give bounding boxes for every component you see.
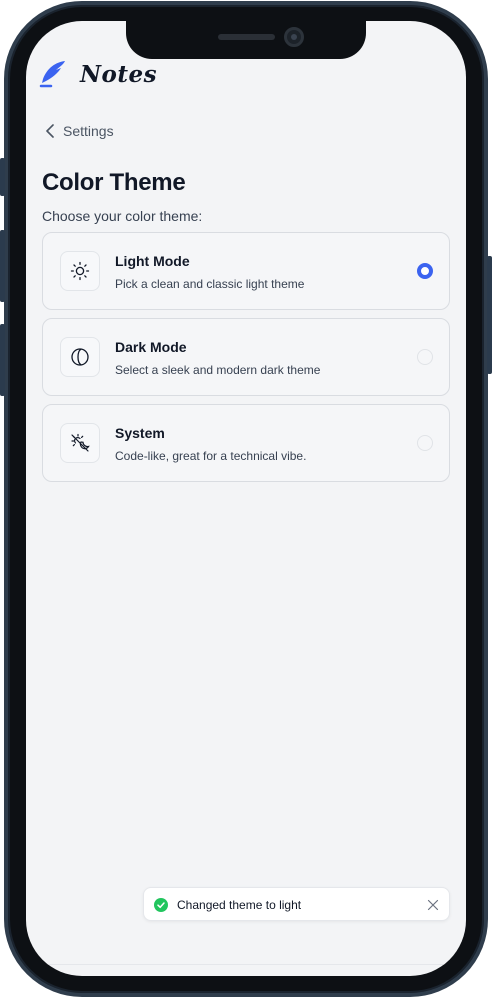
option-title: Dark Mode	[115, 339, 187, 355]
option-description: Code-like, great for a technical vibe.	[115, 449, 307, 463]
check-circle-icon	[154, 898, 168, 912]
bottom-divider	[26, 964, 466, 965]
option-description: Pick a clean and classic light theme	[115, 277, 305, 291]
page-subtitle: Choose your color theme:	[42, 208, 203, 224]
screen: Notes Settings Color Theme Choose your c…	[26, 21, 466, 976]
theme-option-light[interactable]: Light Mode Pick a clean and classic ligh…	[42, 232, 450, 310]
chevron-left-icon	[46, 124, 54, 138]
app-brand[interactable]: Notes	[38, 59, 157, 89]
sun-moon-icon	[71, 433, 90, 452]
quill-icon	[39, 61, 65, 88]
radio-unselected[interactable]	[417, 349, 433, 365]
silent-switch	[0, 158, 5, 196]
theme-options-list: Light Mode Pick a clean and classic ligh…	[42, 232, 450, 490]
option-description: Select a sleek and modern dark theme	[115, 363, 321, 377]
option-title: Light Mode	[115, 253, 190, 269]
volume-up-button	[0, 230, 5, 302]
sun-icon	[70, 261, 90, 281]
front-camera	[284, 27, 304, 47]
radio-selected[interactable]	[417, 263, 433, 279]
option-icon-container	[60, 251, 100, 291]
toast-notification: Changed theme to light	[143, 887, 450, 921]
close-icon[interactable]	[427, 899, 439, 911]
theme-option-system[interactable]: System Code-like, great for a technical …	[42, 404, 450, 482]
notch	[126, 21, 366, 59]
back-to-settings-link[interactable]: Settings	[46, 123, 114, 139]
toast-message: Changed theme to light	[177, 898, 302, 912]
page-title: Color Theme	[42, 169, 186, 196]
theme-option-dark[interactable]: Dark Mode Select a sleek and modern dark…	[42, 318, 450, 396]
volume-down-button	[0, 324, 5, 396]
option-icon-container	[60, 423, 100, 463]
radio-unselected[interactable]	[417, 435, 433, 451]
power-button	[487, 256, 492, 374]
app-name: Notes	[80, 60, 158, 88]
option-icon-container	[60, 337, 100, 377]
option-title: System	[115, 425, 165, 441]
back-label: Settings	[63, 123, 114, 139]
speaker-grille	[218, 34, 275, 40]
moon-icon	[71, 348, 89, 366]
